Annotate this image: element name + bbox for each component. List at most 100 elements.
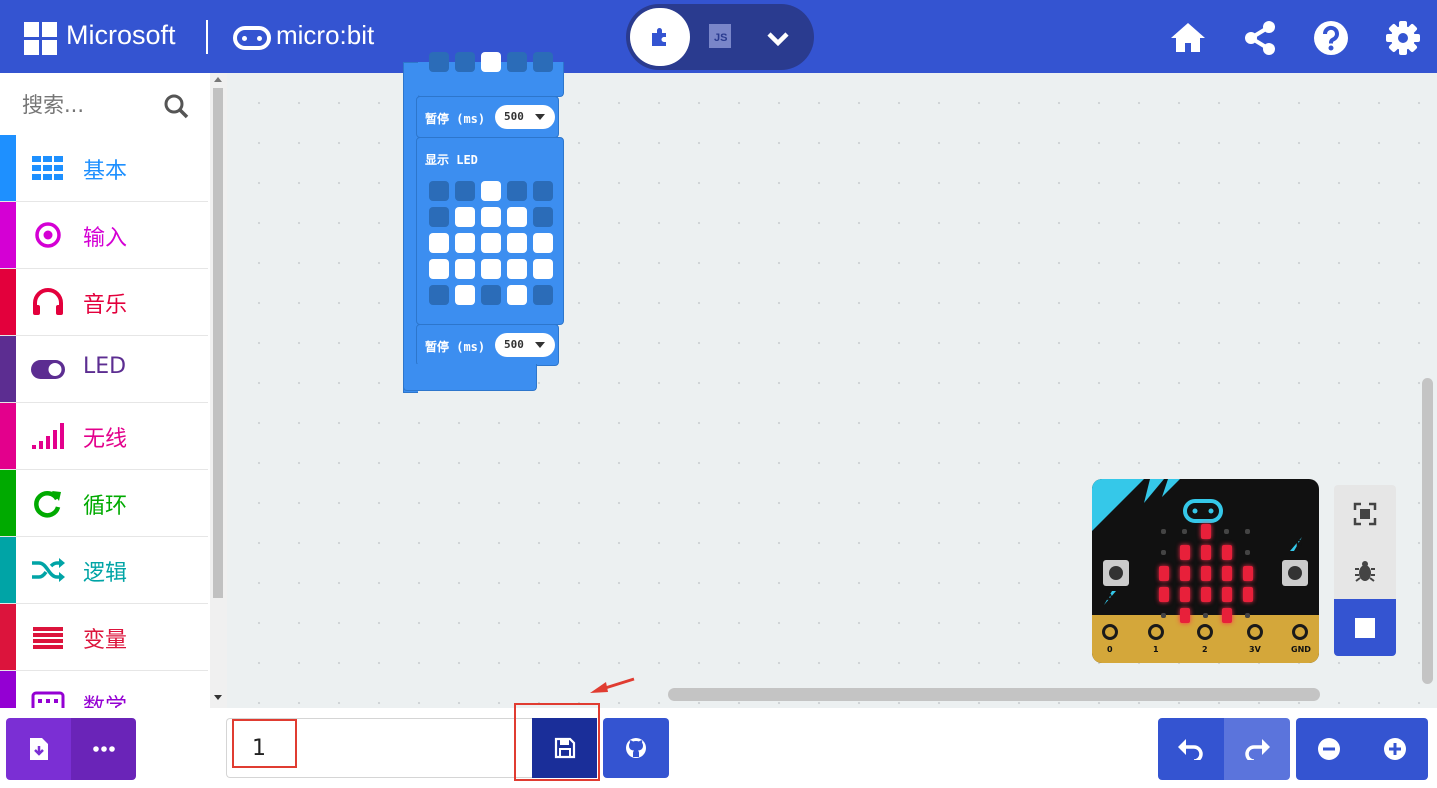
workspace-horizontal-scrollbar[interactable]: [668, 688, 1320, 701]
led-cell[interactable]: [533, 259, 553, 279]
led-cell[interactable]: [533, 285, 553, 305]
led-cell[interactable]: [481, 259, 501, 279]
show-leds-block-partial[interactable]: [416, 52, 564, 97]
zoom-out-button[interactable]: [1296, 718, 1362, 780]
led-cell[interactable]: [507, 259, 527, 279]
sim-pin-ring[interactable]: [1292, 624, 1308, 640]
javascript-editor-button[interactable]: JS: [706, 22, 734, 50]
sim-led-on: [1243, 566, 1253, 581]
button-a[interactable]: [1103, 560, 1129, 586]
led-cell[interactable]: [533, 181, 553, 201]
button-b[interactable]: [1282, 560, 1308, 586]
sim-led-on: [1180, 587, 1190, 602]
led-cell[interactable]: [429, 285, 449, 305]
blocks-editor-button[interactable]: [630, 8, 690, 66]
share-button[interactable]: [1240, 18, 1280, 58]
led-cell[interactable]: [533, 207, 553, 227]
show-leds-block[interactable]: 显示 LED: [416, 137, 564, 325]
led-cell[interactable]: [481, 181, 501, 201]
chevron-down-icon: [767, 32, 789, 47]
sim-pin-ring[interactable]: [1148, 624, 1164, 640]
download-button[interactable]: [6, 718, 71, 780]
led-cell[interactable]: [481, 285, 501, 305]
simulator-stop-button[interactable]: [1334, 599, 1396, 656]
led-cell[interactable]: [429, 181, 449, 201]
pause-duration-dropdown[interactable]: 500: [495, 105, 555, 129]
button-a-cap: [1109, 566, 1123, 580]
led-cell[interactable]: [481, 207, 501, 227]
scroll-up-arrow-icon[interactable]: [211, 74, 225, 84]
redo-button[interactable]: [1224, 718, 1290, 780]
target-icon: [35, 222, 61, 248]
sim-pin-ring[interactable]: [1102, 624, 1118, 640]
category-radio[interactable]: 无线: [0, 403, 208, 470]
sim-led-on: [1159, 566, 1169, 581]
led-cell[interactable]: [533, 233, 553, 253]
led-cell[interactable]: [429, 259, 449, 279]
settings-button[interactable]: [1383, 18, 1423, 58]
zoom-in-button[interactable]: [1362, 718, 1428, 780]
shuffle-icon: [32, 558, 65, 582]
led-cell[interactable]: [455, 259, 475, 279]
search-icon[interactable]: [163, 93, 189, 119]
undo-button[interactable]: [1158, 718, 1224, 780]
sim-pin-ring[interactable]: [1197, 624, 1213, 640]
category-color-bar: [0, 470, 16, 536]
led-cell[interactable]: [507, 207, 527, 227]
led-cell[interactable]: [507, 285, 527, 305]
category-input[interactable]: 输入: [0, 202, 208, 269]
category-label: 循环: [83, 494, 128, 519]
sim-led-on: [1180, 545, 1190, 560]
category-led[interactable]: LED: [0, 336, 208, 403]
sim-led-on: [1159, 587, 1169, 602]
fullscreen-icon[interactable]: [1353, 502, 1377, 526]
toolbox-search: [0, 73, 208, 135]
download-icon: [29, 738, 48, 760]
led-cell[interactable]: [455, 181, 475, 201]
grid-icon: [32, 156, 63, 180]
category-variables[interactable]: 变量: [0, 604, 208, 671]
help-button[interactable]: [1311, 18, 1351, 58]
editor-more-button[interactable]: [760, 20, 796, 56]
sim-led-on: [1201, 587, 1211, 602]
sim-led-on: [1222, 587, 1232, 602]
category-math[interactable]: 数学: [0, 671, 208, 708]
led-cell[interactable]: [507, 181, 527, 201]
category-loops[interactable]: 循环: [0, 470, 208, 537]
microbit-simulator[interactable]: A B 0 1 2 3V GND: [1092, 479, 1319, 663]
scroll-down-arrow-icon[interactable]: [211, 693, 225, 703]
pause-block-1[interactable]: 暂停 (ms) 500: [416, 96, 559, 138]
sim-led-on: [1243, 587, 1253, 602]
sim-pin-ring[interactable]: [1247, 624, 1263, 640]
led-cell[interactable]: [429, 233, 449, 253]
led-cell[interactable]: [455, 285, 475, 305]
more-options-button[interactable]: [71, 718, 136, 780]
sidebar-scrollbar-thumb[interactable]: [213, 88, 223, 598]
product-label[interactable]: micro:bit: [276, 20, 374, 51]
category-label: 变量: [83, 628, 128, 653]
pause-duration-value: 500: [504, 338, 524, 351]
category-music[interactable]: 音乐: [0, 269, 208, 336]
category-basic[interactable]: 基本: [0, 135, 208, 202]
led-cell[interactable]: [455, 207, 475, 227]
forever-block-bottom[interactable]: [403, 364, 537, 391]
search-input[interactable]: [20, 87, 164, 123]
workspace-vertical-scrollbar[interactable]: [1422, 378, 1433, 684]
sim-led-on: [1201, 545, 1211, 560]
led-cell[interactable]: [455, 233, 475, 253]
sim-led-on: [1222, 545, 1232, 560]
pause-block-2[interactable]: 暂停 (ms) 500: [416, 324, 559, 366]
pause-duration-dropdown[interactable]: 500: [495, 333, 555, 357]
led-cell[interactable]: [481, 233, 501, 253]
pause-label: 暂停 (ms): [425, 340, 486, 354]
toggle-icon: [31, 360, 65, 379]
sim-led-off: [1161, 529, 1166, 534]
category-logic[interactable]: 逻辑: [0, 537, 208, 604]
top-bar: Microsoft micro:bit JS: [0, 0, 1437, 73]
sim-pin-label: GND: [1291, 645, 1311, 654]
home-button[interactable]: [1168, 18, 1208, 58]
github-button[interactable]: [603, 718, 669, 778]
led-cell[interactable]: [507, 233, 527, 253]
led-cell[interactable]: [429, 207, 449, 227]
bug-icon[interactable]: [1353, 559, 1377, 583]
